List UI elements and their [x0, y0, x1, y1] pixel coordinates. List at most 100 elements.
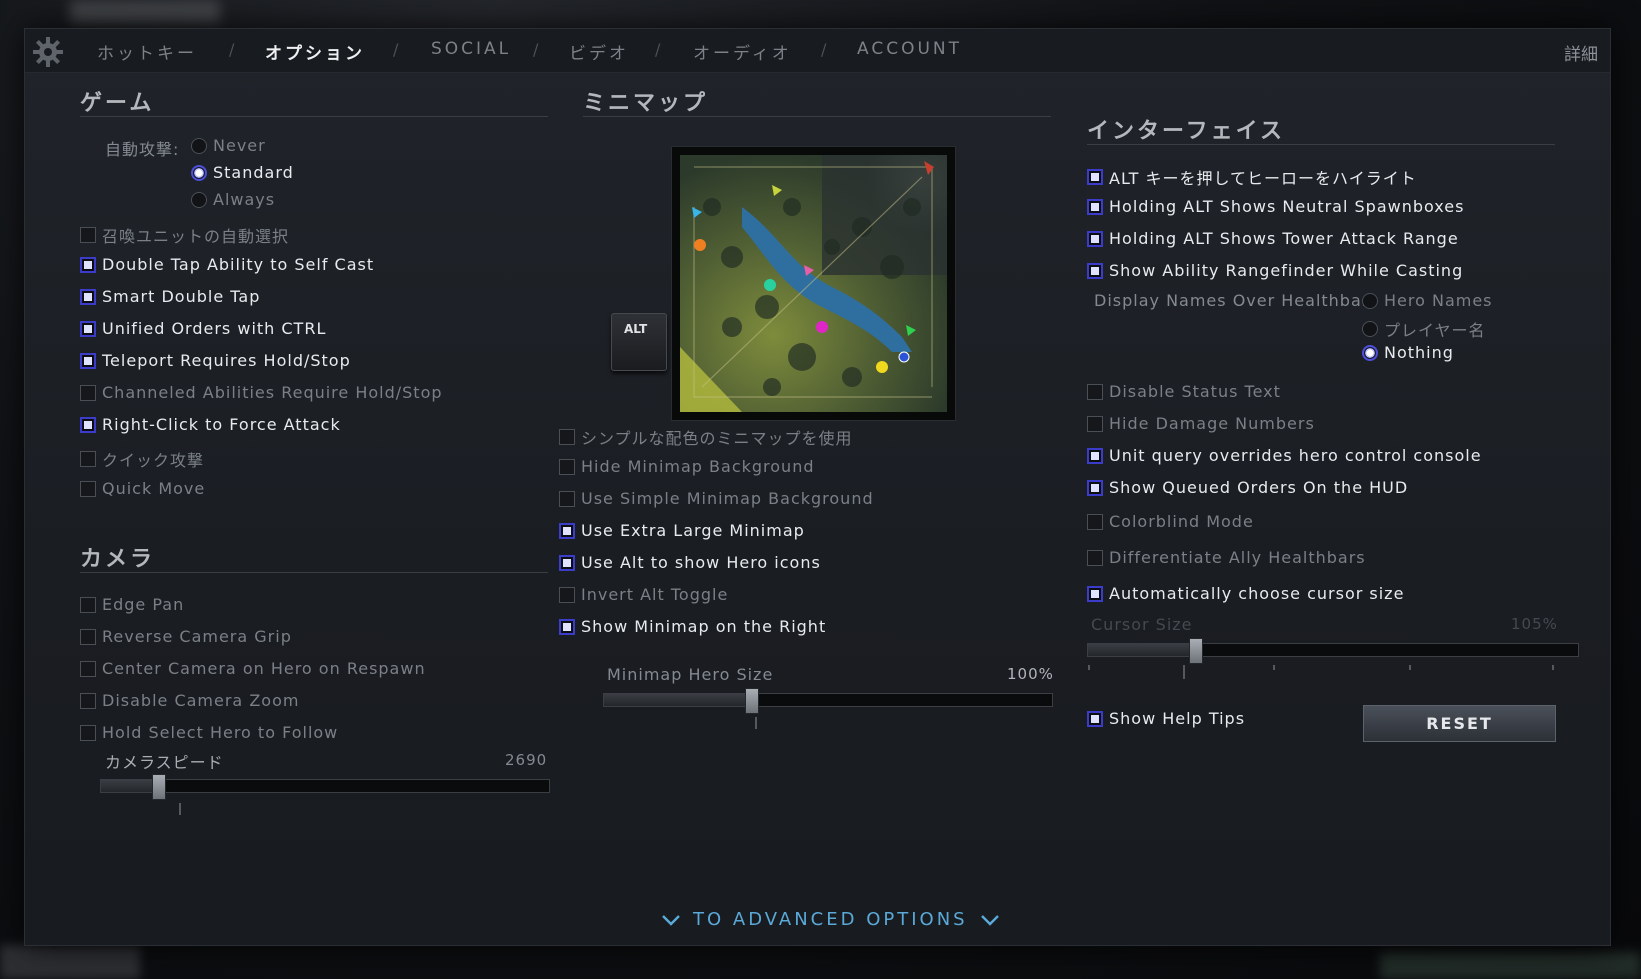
- radio-button[interactable]: [191, 137, 207, 154]
- radio-auto-attack-never[interactable]: Never: [191, 136, 266, 155]
- checkbox[interactable]: [80, 596, 96, 613]
- checkbox-alt-hero-icons[interactable]: Use Alt to show Hero icons: [559, 553, 821, 572]
- checkbox[interactable]: [1087, 479, 1103, 496]
- radio-button[interactable]: [1362, 321, 1378, 337]
- tab-account[interactable]: ACCOUNT: [857, 39, 962, 59]
- checkbox-center-camera-respawn[interactable]: Center Camera on Hero on Respawn: [80, 659, 426, 678]
- radio-display-nothing[interactable]: Nothing: [1362, 343, 1454, 362]
- checkbox-edge-pan[interactable]: Edge Pan: [80, 595, 184, 614]
- checkbox-label: Disable Status Text: [1109, 382, 1281, 401]
- checkbox-unit-query-overrides[interactable]: Unit query overrides hero control consol…: [1087, 446, 1482, 465]
- checkbox[interactable]: [80, 288, 96, 305]
- checkbox[interactable]: [559, 586, 575, 603]
- checkbox[interactable]: [1087, 383, 1103, 400]
- checkbox[interactable]: [80, 227, 96, 243]
- checkbox-hold-select-follow[interactable]: Hold Select Hero to Follow: [80, 723, 338, 742]
- checkbox-teleport-hold-stop[interactable]: Teleport Requires Hold/Stop: [80, 351, 351, 370]
- checkbox[interactable]: [80, 480, 96, 497]
- checkbox[interactable]: [1087, 549, 1103, 566]
- checkbox[interactable]: [80, 320, 96, 337]
- checkbox[interactable]: [80, 384, 96, 401]
- gear-icon[interactable]: [31, 35, 65, 69]
- checkbox-disable-status-text[interactable]: Disable Status Text: [1087, 382, 1281, 401]
- checkbox-alt-highlight-heroes[interactable]: ALT キーを押してヒーローをハイライト: [1087, 165, 1417, 189]
- checkbox-disable-camera-zoom[interactable]: Disable Camera Zoom: [80, 691, 299, 710]
- checkbox-auto-cursor-size[interactable]: Automatically choose cursor size: [1087, 584, 1404, 603]
- radio-button[interactable]: [1362, 292, 1378, 309]
- checkbox-auto-select-summons[interactable]: 召喚ユニットの自動選択: [80, 223, 289, 247]
- checkbox-quick-attack[interactable]: クイック攻撃: [80, 447, 204, 471]
- tab-hotkeys[interactable]: ホットキー: [97, 39, 197, 64]
- radio-display-player-names[interactable]: プレイヤー名: [1362, 317, 1486, 341]
- checkbox-colorblind-mode[interactable]: Colorblind Mode: [1087, 512, 1254, 531]
- checkbox-show-help-tips[interactable]: Show Help Tips: [1087, 709, 1245, 728]
- checkbox[interactable]: [80, 451, 96, 467]
- checkbox-smart-double-tap[interactable]: Smart Double Tap: [80, 287, 260, 306]
- checkbox[interactable]: [80, 724, 96, 741]
- radio-button[interactable]: [191, 164, 207, 181]
- checkbox-unified-orders-ctrl[interactable]: Unified Orders with CTRL: [80, 319, 326, 338]
- checkbox[interactable]: [80, 692, 96, 709]
- minimap-hero-size-slider[interactable]: [603, 688, 1053, 714]
- advanced-options-link[interactable]: TO ADVANCED OPTIONS: [661, 909, 1000, 930]
- tab-video[interactable]: ビデオ: [569, 39, 629, 64]
- checkbox-alt-tower-range[interactable]: Holding ALT Shows Tower Attack Range: [1087, 229, 1459, 248]
- checkbox[interactable]: [80, 628, 96, 645]
- radio-display-hero-names[interactable]: Hero Names: [1362, 291, 1493, 310]
- radio-auto-attack-standard[interactable]: Standard: [191, 163, 294, 182]
- checkbox[interactable]: [559, 554, 575, 571]
- checkbox-extra-large-minimap[interactable]: Use Extra Large Minimap: [559, 521, 805, 540]
- slider-thumb[interactable]: [745, 688, 759, 714]
- checkbox[interactable]: [1087, 230, 1103, 247]
- checkbox[interactable]: [1087, 262, 1103, 279]
- checkbox[interactable]: [559, 458, 575, 475]
- checkbox-alt-neutral-spawnboxes[interactable]: Holding ALT Shows Neutral Spawnboxes: [1087, 197, 1464, 216]
- checkbox-differentiate-ally-healthbars[interactable]: Differentiate Ally Healthbars: [1087, 548, 1366, 567]
- checkbox-invert-alt-toggle[interactable]: Invert Alt Toggle: [559, 585, 728, 604]
- checkbox-simple-minimap-colors[interactable]: シンプルな配色のミニマップを使用: [559, 425, 853, 449]
- tab-social[interactable]: SOCIAL: [431, 39, 511, 59]
- tab-audio[interactable]: オーディオ: [693, 39, 792, 64]
- checkbox[interactable]: [559, 618, 575, 635]
- checkbox[interactable]: [559, 522, 575, 539]
- slider-thumb[interactable]: [152, 774, 166, 800]
- minimap-hero-size-label: Minimap Hero Size: [607, 665, 774, 684]
- checkbox-queued-orders-hud[interactable]: Show Queued Orders On the HUD: [1087, 478, 1408, 497]
- checkbox-ability-rangefinder[interactable]: Show Ability Rangefinder While Casting: [1087, 261, 1463, 280]
- checkbox[interactable]: [80, 660, 96, 677]
- radio-label: Standard: [213, 163, 294, 182]
- details-button[interactable]: 詳細: [1564, 40, 1598, 65]
- checkbox[interactable]: [1087, 447, 1103, 464]
- checkbox-right-click-force-attack[interactable]: Right-Click to Force Attack: [80, 415, 341, 434]
- checkbox-quick-move[interactable]: Quick Move: [80, 479, 205, 498]
- checkbox[interactable]: [1087, 513, 1103, 530]
- checkbox-hide-damage-numbers[interactable]: Hide Damage Numbers: [1087, 414, 1315, 433]
- radio-button[interactable]: [191, 191, 207, 208]
- checkbox-simple-minimap-bg[interactable]: Use Simple Minimap Background: [559, 489, 874, 508]
- checkbox-minimap-right[interactable]: Show Minimap on the Right: [559, 617, 826, 636]
- slider-tick: [1273, 665, 1275, 670]
- tab-options[interactable]: オプション: [265, 39, 365, 64]
- checkbox[interactable]: [1087, 585, 1103, 602]
- slider-thumb[interactable]: [1189, 638, 1203, 664]
- checkbox-double-tap-self-cast[interactable]: Double Tap Ability to Self Cast: [80, 255, 374, 274]
- reset-button[interactable]: RESET: [1363, 705, 1556, 742]
- checkbox[interactable]: [80, 352, 96, 369]
- checkbox-reverse-camera-grip[interactable]: Reverse Camera Grip: [80, 627, 292, 646]
- checkbox-hide-minimap-bg[interactable]: Hide Minimap Background: [559, 457, 814, 476]
- checkbox[interactable]: [559, 429, 575, 445]
- checkbox[interactable]: [1087, 169, 1103, 185]
- radio-button[interactable]: [1362, 344, 1378, 361]
- checkbox[interactable]: [1087, 710, 1103, 727]
- radio-label: Hero Names: [1384, 291, 1493, 310]
- camera-speed-slider[interactable]: [100, 774, 550, 800]
- radio-auto-attack-always[interactable]: Always: [191, 190, 275, 209]
- checkbox-channeled-hold-stop[interactable]: Channeled Abilities Require Hold/Stop: [80, 383, 443, 402]
- checkbox[interactable]: [559, 490, 575, 507]
- checkbox[interactable]: [1087, 415, 1103, 432]
- checkbox[interactable]: [80, 256, 96, 273]
- cursor-size-slider[interactable]: [1087, 638, 1579, 664]
- checkbox[interactable]: [1087, 198, 1103, 215]
- checkbox[interactable]: [80, 416, 96, 433]
- slider-default-tick: [179, 803, 181, 815]
